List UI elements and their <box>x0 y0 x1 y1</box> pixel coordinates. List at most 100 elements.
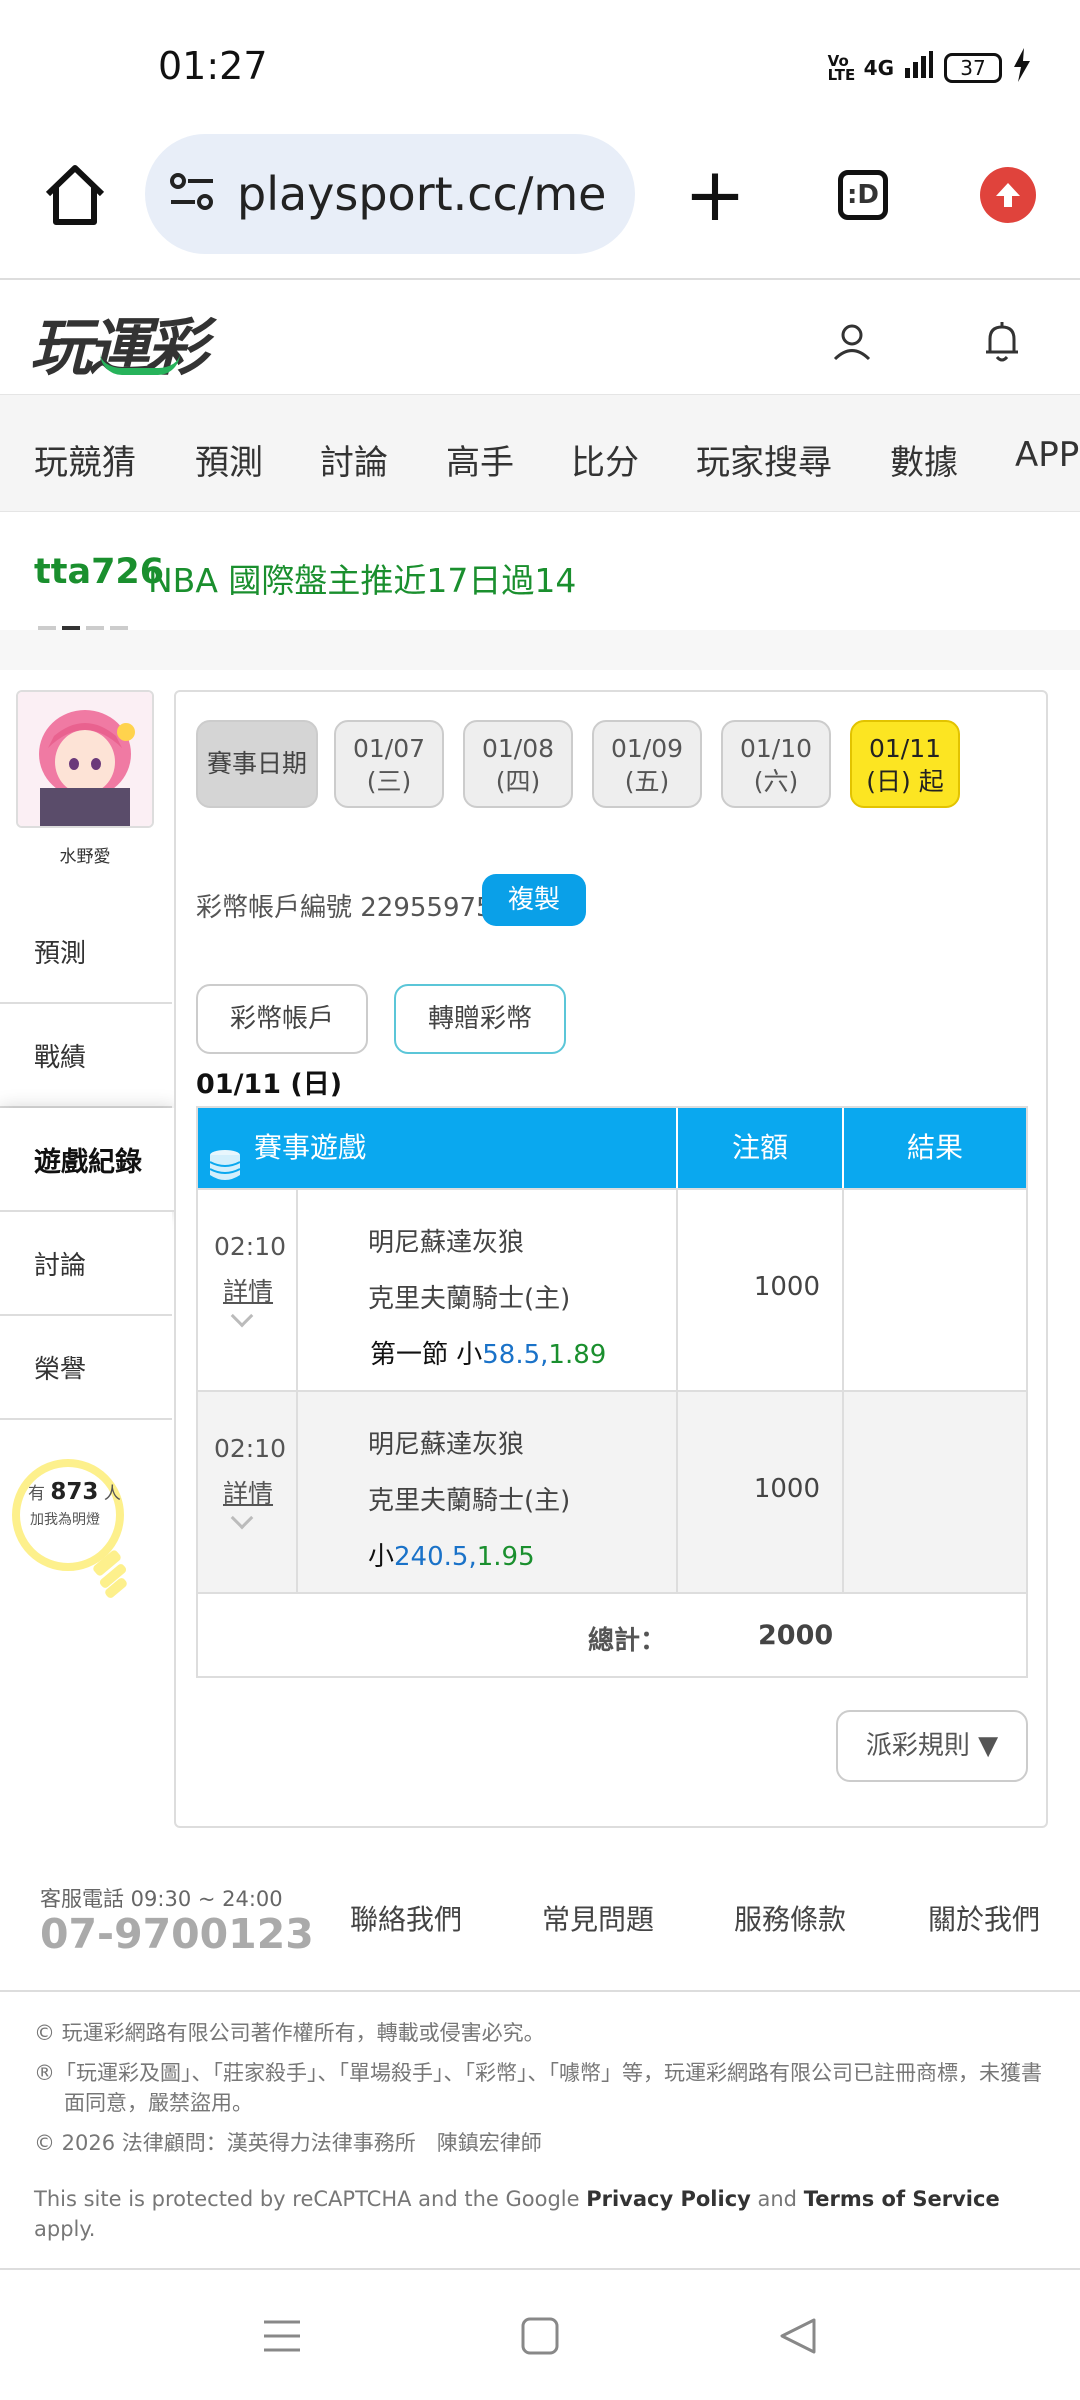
bet-pick: 第一節 小58.5,1.89 <box>370 1340 607 1370</box>
bet-amount: 1000 <box>753 1272 820 1302</box>
chevron-down-icon[interactable] <box>230 1304 254 1328</box>
date-filter-label: 賽事日期 <box>196 720 318 808</box>
footer-link-terms[interactable]: 服務條款 <box>734 1898 846 1938</box>
detail-link[interactable]: 詳情 <box>223 1474 273 1510</box>
nav-item-app[interactable]: APP <box>1015 435 1079 475</box>
url-text[interactable]: playsport.cc/men <box>237 167 607 221</box>
bell-icon[interactable] <box>982 320 1022 368</box>
service-hours: 客服電話 09:30 ~ 24:00 <box>40 1887 283 1911</box>
row-result-cell <box>844 1190 1026 1390</box>
privacy-policy-link[interactable]: Privacy Policy <box>586 2187 751 2211</box>
browser-toolbar: playsport.cc/men + :D <box>0 130 1080 280</box>
home-icon[interactable] <box>40 160 110 230</box>
row-time-cell: 02:10 詳情 <box>198 1190 298 1390</box>
sidebar-item-predict[interactable]: 預測 <box>0 900 172 1004</box>
signal-icon <box>904 50 934 86</box>
sidebar-item-record[interactable]: 戰績 <box>0 1004 172 1108</box>
coin-account-number: 彩幣帳戶編號 22955975 <box>196 893 493 923</box>
user-icon[interactable] <box>832 322 872 366</box>
date-button-0108[interactable]: 01/08 (四) <box>463 720 573 808</box>
copyright-text: © 玩運彩網路有限公司著作權所有，轉載或侵害必究。 <box>34 2021 545 2045</box>
tab-transfer-coins[interactable]: 轉贈彩幣 <box>394 984 566 1054</box>
copy-button[interactable]: 複製 <box>482 874 586 926</box>
row-game-cell: 明尼蘇達灰狼 克里夫蘭騎士(主) 小240.5,1.95 <box>298 1392 678 1592</box>
date-button-0110[interactable]: 01/10 (六) <box>721 720 831 808</box>
date-button-0107[interactable]: 01/07 (三) <box>334 720 444 808</box>
network-label: 4G <box>863 56 894 80</box>
menu-icon[interactable] <box>262 2316 302 2360</box>
home-square-icon[interactable] <box>520 2316 560 2360</box>
battery-icon: 37 <box>944 53 1002 83</box>
sidebar-item-discuss[interactable]: 討論 <box>0 1212 172 1316</box>
promo-banner[interactable]: tta726 NBA 國際盤主推近17日過14 <box>0 512 1080 630</box>
nav-item-data[interactable]: 數據 <box>890 435 958 484</box>
update-icon[interactable] <box>980 167 1036 223</box>
date-button-0111-selected[interactable]: 01/11 (日) 起 <box>850 720 960 808</box>
footer-link-faq[interactable]: 常見問題 <box>542 1898 654 1938</box>
system-icons: Vo LTE 4G 37 <box>828 48 1032 88</box>
row-result-cell <box>844 1392 1026 1592</box>
address-bar[interactable]: playsport.cc/men <box>145 134 635 254</box>
total-label: 總計： <box>588 1626 667 1656</box>
chevron-down-icon[interactable] <box>230 1506 254 1530</box>
table-row: 02:10 詳情 明尼蘇達灰狼 克里夫蘭騎士(主) 小240.5,1.95 10… <box>198 1390 1026 1592</box>
away-team: 明尼蘇達灰狼 <box>368 1228 525 1258</box>
total-row: 總計： 2000 <box>198 1592 1026 1676</box>
row-game-cell: 明尼蘇達灰狼 克里夫蘭騎士(主) 第一節 小58.5,1.89 <box>298 1190 678 1390</box>
footer-link-contact[interactable]: 聯絡我們 <box>350 1898 462 1938</box>
table-row: 02:10 詳情 明尼蘇達灰狼 克里夫蘭騎士(主) 第一節 小58.5,1.89… <box>198 1188 1026 1390</box>
nav-item-player-search[interactable]: 玩家搜尋 <box>696 435 832 484</box>
site-settings-icon[interactable] <box>169 172 215 216</box>
column-header-game: 賽事遊戲 <box>198 1108 678 1188</box>
detail-link[interactable]: 詳情 <box>223 1272 273 1308</box>
home-team: 克里夫蘭騎士(主) <box>368 1486 571 1516</box>
site-logo[interactable]: 玩運彩 <box>30 297 208 387</box>
divider-band <box>0 630 1080 670</box>
legal-text: © 2026 法律顧問：漢英得力法律事務所 陳鎮宏律師 <box>34 2131 542 2155</box>
promo-username[interactable]: tta726 <box>34 552 164 592</box>
away-team: 明尼蘇達灰狼 <box>368 1430 525 1460</box>
back-icon[interactable] <box>778 2316 818 2360</box>
sidebar-item-game-log[interactable]: 遊戲紀錄 <box>0 1108 176 1212</box>
game-record-panel: 賽事日期 01/07 (三) 01/08 (四) 01/09 (五) 01/10 (六)… <box>174 690 1048 1828</box>
row-amount-cell: 1000 <box>678 1392 844 1592</box>
site-header: 玩運彩 <box>0 282 1080 394</box>
charging-icon <box>1012 48 1032 88</box>
column-header-result: 結果 <box>906 1131 963 1164</box>
tab-switcher-button[interactable]: :D <box>838 170 888 220</box>
recaptcha-notice: This site is protected by reCAPTCHA and … <box>34 2187 1000 2241</box>
nav-item-experts[interactable]: 高手 <box>446 435 514 484</box>
nav-item-scores[interactable]: 比分 <box>571 435 639 484</box>
bet-amount: 1000 <box>753 1474 820 1504</box>
footer-link-about[interactable]: 關於我們 <box>928 1898 1040 1938</box>
row-time-cell: 02:10 詳情 <box>198 1392 298 1592</box>
avatar[interactable] <box>16 690 154 828</box>
nav-item-guess[interactable]: 玩競猜 <box>34 435 136 484</box>
light-bulb-widget[interactable]: 有 873 人 加我為明燈 <box>12 1455 142 1605</box>
table-header: 賽事遊戲 注額 結果 <box>198 1108 1026 1188</box>
payout-rules-button[interactable]: 派彩規則 ▼ <box>836 1710 1028 1782</box>
nav-item-discuss[interactable]: 討論 <box>320 435 388 484</box>
sidebar-item-honor[interactable]: 榮譽 <box>0 1316 172 1420</box>
new-tab-icon[interactable]: + <box>680 158 750 232</box>
bets-table: 賽事遊戲 注額 結果 02:10 詳情 明尼蘇達灰狼 克里夫蘭騎士(主) 第一節… <box>196 1106 1028 1678</box>
date-button-0109[interactable]: 01/09 (五) <box>592 720 702 808</box>
system-nav-bar <box>0 2270 1080 2400</box>
total-value: 2000 <box>758 1620 834 1651</box>
promo-text[interactable]: NBA 國際盤主推近17日過14 <box>148 554 576 602</box>
terms-of-service-link[interactable]: Terms of Service <box>804 2187 1000 2211</box>
volte-icon: Vo LTE <box>827 52 856 84</box>
tab-coin-account[interactable]: 彩幣帳戶 <box>196 984 368 1054</box>
row-amount-cell: 1000 <box>678 1190 844 1390</box>
trademark-text: ®「玩運彩及圖」、「莊家殺手」、「單場殺手」、「彩幣」、「噱幣」等，玩運彩網路有… <box>34 2061 1042 2115</box>
avatar-name: 水野愛 <box>59 847 111 867</box>
column-header-amount: 注額 <box>678 1108 844 1188</box>
game-time: 02:10 <box>214 1434 287 1463</box>
main-nav: 玩競猜 預測 討論 高手 比分 玩家搜尋 數據 APP <box>0 394 1080 512</box>
footer-divider <box>0 1990 1080 1992</box>
bet-pick: 小240.5,1.95 <box>368 1542 535 1572</box>
bulb-count: 873 <box>50 1479 99 1505</box>
home-team: 克里夫蘭騎士(主) <box>368 1284 571 1314</box>
nav-item-predict[interactable]: 預測 <box>195 435 263 484</box>
service-phone[interactable]: 07-9700123 <box>40 1910 314 1958</box>
